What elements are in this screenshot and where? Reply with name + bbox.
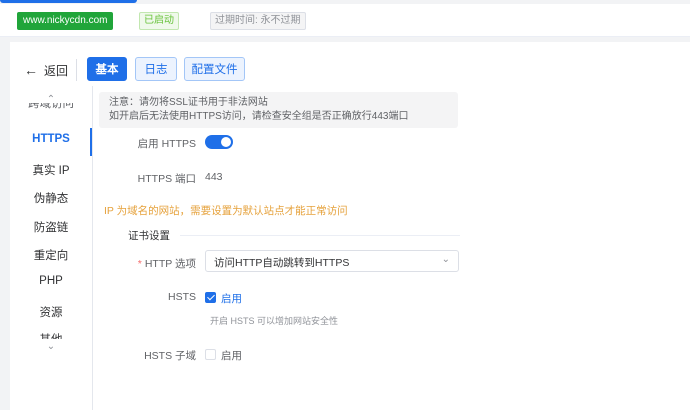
back-label: 返回: [44, 64, 69, 78]
status-badge: 已启动: [139, 12, 179, 30]
sidebar-item-hotlink[interactable]: 防盗链: [10, 219, 92, 235]
sidebar-item-resources[interactable]: 资源: [10, 304, 92, 320]
hsts-subdomain-checkbox-label[interactable]: 启用: [221, 348, 242, 363]
site-settings-panel: ← 返回 基本 日志 配置文件 跨域访问 ⌃ HTTPS 真实 IP 伪静态 防盗…: [10, 42, 690, 410]
http-option-text: HTTP 选项: [144, 258, 196, 270]
ssl-notice: 注意：请勿将SSL证书用于非法网站 如开启后无法使用HTTPS访问，请检查安全组…: [99, 92, 458, 128]
hsts-checkbox[interactable]: [205, 292, 216, 303]
hsts-subdomain-checkbox[interactable]: [205, 349, 216, 360]
header-divider: [76, 59, 77, 81]
http-option-value: 访问HTTP自动跳转到HTTPS: [214, 257, 350, 269]
hsts-subdomain-label: HSTS 子域: [144, 350, 196, 362]
chevron-up-icon[interactable]: ⌃: [10, 94, 92, 105]
back-button[interactable]: ← 返回: [24, 60, 68, 80]
https-port-value: 443: [205, 171, 223, 183]
sidebar-item-php[interactable]: PHP: [10, 275, 92, 287]
http-option-label: * HTTP 选项: [86, 256, 196, 271]
enable-https-label: 启用 HTTPS: [137, 138, 196, 150]
hsts-hint: 开启 HSTS 可以增加网站安全性: [210, 316, 339, 326]
tab-basic[interactable]: 基本: [87, 57, 127, 81]
sidebar-item-other[interactable]: 其他: [10, 331, 92, 339]
required-mark: *: [137, 258, 142, 270]
http-option-select[interactable]: 访问HTTP自动跳转到HTTPS ⌄: [205, 250, 459, 272]
site-domain-tag[interactable]: www.nickycdn.com: [17, 12, 114, 30]
site-info-bar: www.nickycdn.com 已启动 过期时间: 永不过期: [0, 4, 690, 37]
tab-log[interactable]: 日志: [135, 57, 177, 81]
https-port-label: HTTPS 端口: [137, 173, 196, 185]
sidebar-item-rewrite[interactable]: 伪静态: [10, 190, 92, 206]
tab-config-file[interactable]: 配置文件: [184, 57, 245, 81]
ip-domain-warning: IP 为域名的网站，需要设置为默认站点才能正常访问: [104, 205, 348, 217]
top-accent-bar: [0, 0, 137, 3]
hsts-checkbox-label[interactable]: 启用: [221, 291, 242, 306]
chevron-down-icon[interactable]: ⌄: [10, 341, 92, 352]
switch-knob: [221, 137, 231, 147]
arrow-left-icon: ←: [24, 62, 38, 78]
sidebar-item-redirect[interactable]: 重定向: [10, 247, 92, 263]
expire-badge: 过期时间: 永不过期: [210, 12, 306, 30]
notice-line-2: 如开启后无法使用HTTPS访问，请检查安全组是否正确放行443端口: [109, 111, 409, 122]
settings-sidebar: 跨域访问 ⌃ HTTPS 真实 IP 伪静态 防盗链 重定向 PHP 资源 其他…: [10, 86, 93, 410]
enable-https-switch[interactable]: [205, 135, 233, 149]
cert-settings-title: 证书设置: [128, 230, 170, 242]
notice-line-1: 注意：请勿将SSL证书用于非法网站: [109, 97, 268, 108]
hsts-label: HSTS: [167, 291, 196, 303]
section-divider: [180, 235, 460, 236]
sidebar-item-https[interactable]: HTTPS: [10, 133, 92, 145]
sidebar-item-real-ip[interactable]: 真实 IP: [10, 162, 92, 178]
chevron-down-icon: ⌄: [441, 254, 450, 265]
